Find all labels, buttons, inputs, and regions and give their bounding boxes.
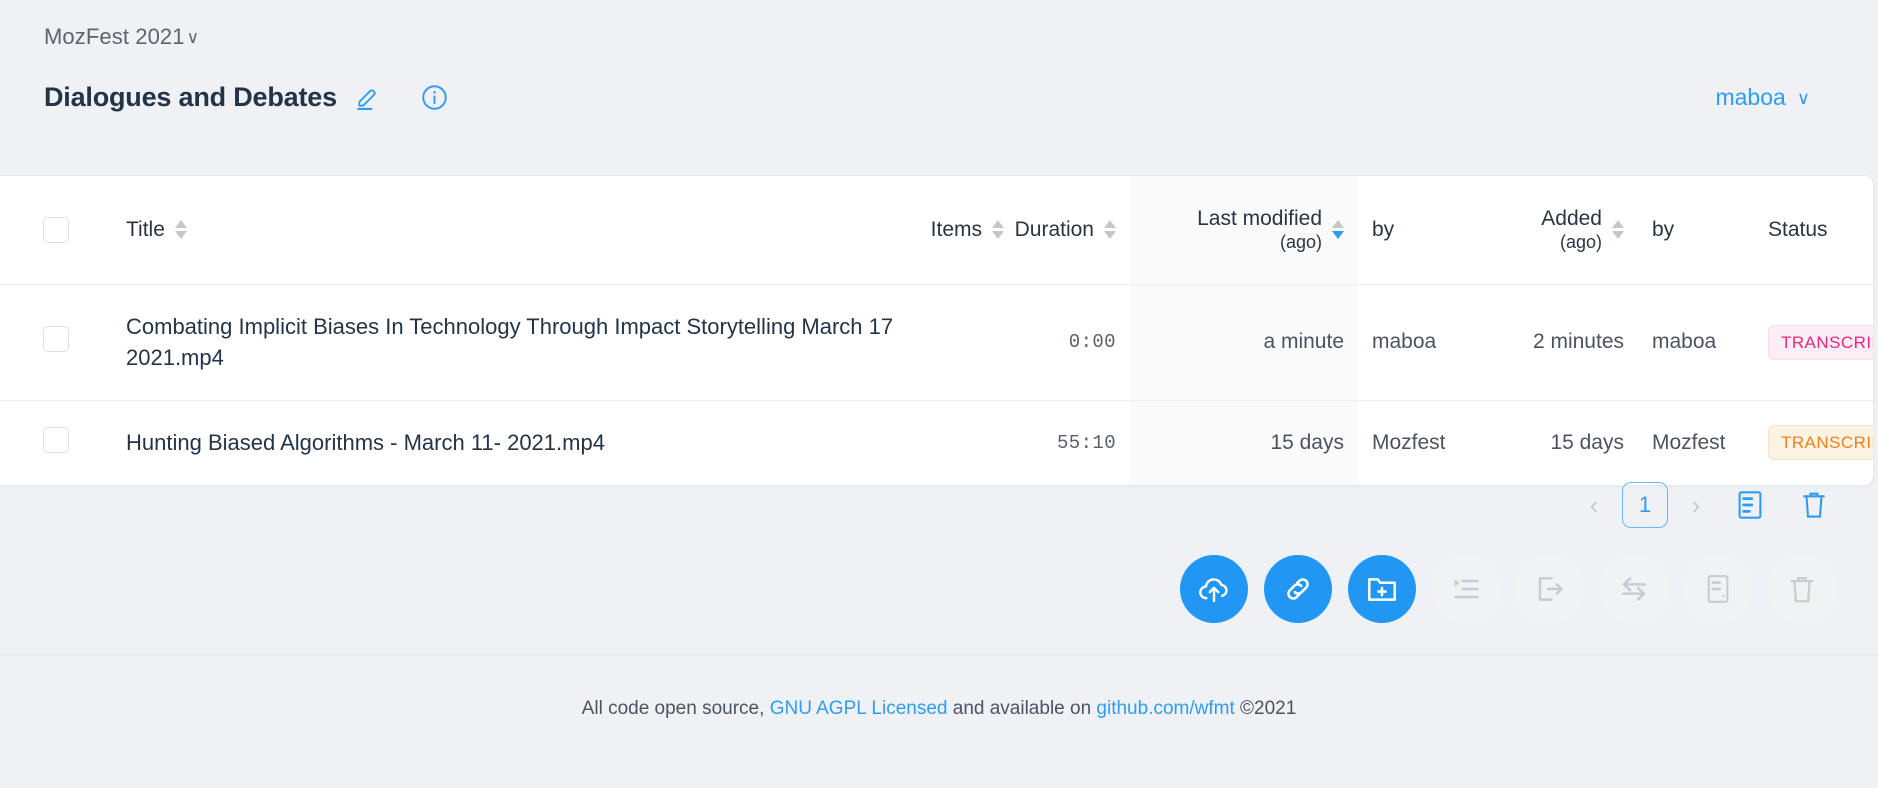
page-title: Dialogues and Debates xyxy=(44,81,337,112)
th-added-sublabel: (ago) xyxy=(1559,231,1602,252)
folder-add-icon[interactable] xyxy=(1348,555,1416,623)
row-last-modified: a minute xyxy=(1130,284,1358,401)
transfer-swap-icon xyxy=(1600,555,1668,623)
th-title-label: Title xyxy=(126,217,165,241)
th-last-modified[interactable]: Last modified (ago) xyxy=(1130,176,1358,285)
gnu-agpl-link[interactable]: GNU AGPL Licensed xyxy=(770,698,948,719)
cloud-upload-icon[interactable] xyxy=(1180,555,1248,623)
row-checkbox[interactable] xyxy=(43,326,69,353)
row-items xyxy=(912,284,1018,401)
archive-server-button[interactable] xyxy=(1718,483,1782,527)
row-title[interactable]: Combating Implicit Biases In Technology … xyxy=(112,284,912,401)
footer-text-middle: and available on xyxy=(952,698,1092,719)
row-modified-by: maboa xyxy=(1358,284,1486,401)
footer-text-before: All code open source, xyxy=(581,698,765,719)
top-bar: MozFest 2021 ∨ Dialogues and Debates mab xyxy=(0,0,1878,120)
indent-list-icon xyxy=(1432,555,1500,623)
row-checkbox[interactable] xyxy=(43,426,69,453)
row-added: 2 minutes xyxy=(1486,284,1638,401)
th-added-label: Added xyxy=(1541,206,1602,230)
row-select-cell xyxy=(0,400,112,484)
footer-copyright: ©2021 xyxy=(1240,698,1297,719)
media-table-card: Title Items Duration Last modified (ago)… xyxy=(0,175,1874,486)
status-badge: TRANSCRIBING xyxy=(1768,324,1873,360)
info-circle-icon[interactable] xyxy=(421,84,448,111)
trash-icon xyxy=(1768,555,1836,623)
sort-title-control[interactable] xyxy=(174,220,187,240)
row-status-cell: TRANSCRIBED xyxy=(1754,400,1873,484)
row-select-cell xyxy=(0,284,112,401)
row-added-by: Mozfest xyxy=(1652,430,1726,454)
row-status-cell: TRANSCRIBING xyxy=(1754,284,1873,401)
th-last-modified-label: Last modified xyxy=(1197,206,1322,230)
row-items xyxy=(912,400,1018,484)
sort-items-control[interactable] xyxy=(992,220,1004,240)
row-added: 15 days xyxy=(1550,430,1624,454)
title-row: Dialogues and Debates maboa ∨ xyxy=(44,74,1834,120)
row-duration: 0:00 xyxy=(1018,284,1130,401)
th-duration-label: Duration xyxy=(1014,217,1094,241)
pagination-prev-button[interactable]: ‹ xyxy=(1572,483,1616,527)
th-modified-by-label: by xyxy=(1372,217,1395,241)
th-status-label: Status xyxy=(1768,217,1828,241)
footer-divider xyxy=(0,655,1878,656)
row-modified-by: Mozfest xyxy=(1372,430,1446,454)
row-title[interactable]: Hunting Biased Algorithms - March 11- 20… xyxy=(112,400,912,484)
sort-last-modified-control[interactable] xyxy=(1332,220,1344,240)
pagination-next-button[interactable]: › xyxy=(1674,483,1718,527)
user-menu-label: maboa xyxy=(1715,83,1786,110)
th-title[interactable]: Title xyxy=(112,176,912,285)
th-duration[interactable]: Duration xyxy=(1014,176,1130,285)
app-page: MozFest 2021 ∨ Dialogues and Debates mab xyxy=(0,0,1878,788)
breadcrumb-label: MozFest 2021 xyxy=(44,24,185,49)
th-added[interactable]: Added (ago) xyxy=(1486,176,1638,285)
th-added-by-label: by xyxy=(1652,217,1675,241)
delete-button[interactable] xyxy=(1782,483,1846,527)
server-icon xyxy=(1684,555,1752,623)
action-button-bar xyxy=(1180,555,1836,623)
th-added-by: by xyxy=(1638,176,1754,285)
status-badge: TRANSCRIBED xyxy=(1768,425,1873,461)
pencil-icon[interactable] xyxy=(355,84,381,110)
media-table: Title Items Duration Last modified (ago)… xyxy=(0,176,1873,485)
row-added-by: maboa xyxy=(1638,284,1754,401)
pagination-page-1[interactable]: 1 xyxy=(1622,482,1668,528)
th-items-label: Items xyxy=(930,217,982,241)
select-all-checkbox[interactable] xyxy=(43,216,69,243)
th-select-all xyxy=(0,176,112,285)
table-row[interactable]: Hunting Biased Algorithms - March 11- 20… xyxy=(0,400,1873,485)
sort-duration-control[interactable] xyxy=(1104,220,1116,240)
th-modified-by: by xyxy=(1358,176,1486,285)
sort-added-control[interactable] xyxy=(1612,220,1624,240)
th-items[interactable]: Items xyxy=(912,176,1018,285)
th-status: Status xyxy=(1754,176,1873,285)
th-last-modified-sublabel: (ago) xyxy=(1279,231,1322,252)
export-icon xyxy=(1516,555,1584,623)
pagination: ‹ 1 › xyxy=(1572,482,1846,528)
footer: All code open source, GNU AGPL Licensed … xyxy=(0,698,1878,720)
chevron-down-icon: ∨ xyxy=(186,28,200,47)
github-link[interactable]: github.com/wfmt xyxy=(1096,698,1234,719)
row-last-modified: 15 days xyxy=(1130,400,1358,485)
link-icon[interactable] xyxy=(1264,555,1332,623)
user-menu[interactable]: maboa ∨ xyxy=(1715,84,1834,111)
chevron-down-icon: ∨ xyxy=(1796,87,1810,108)
breadcrumb-mozfest-2021[interactable]: MozFest 2021 ∨ xyxy=(44,24,199,50)
table-header-row: Title Items Duration Last modified (ago)… xyxy=(0,176,1873,285)
table-row[interactable]: Combating Implicit Biases In Technology … xyxy=(0,284,1873,401)
row-duration: 55:10 xyxy=(1056,431,1116,454)
